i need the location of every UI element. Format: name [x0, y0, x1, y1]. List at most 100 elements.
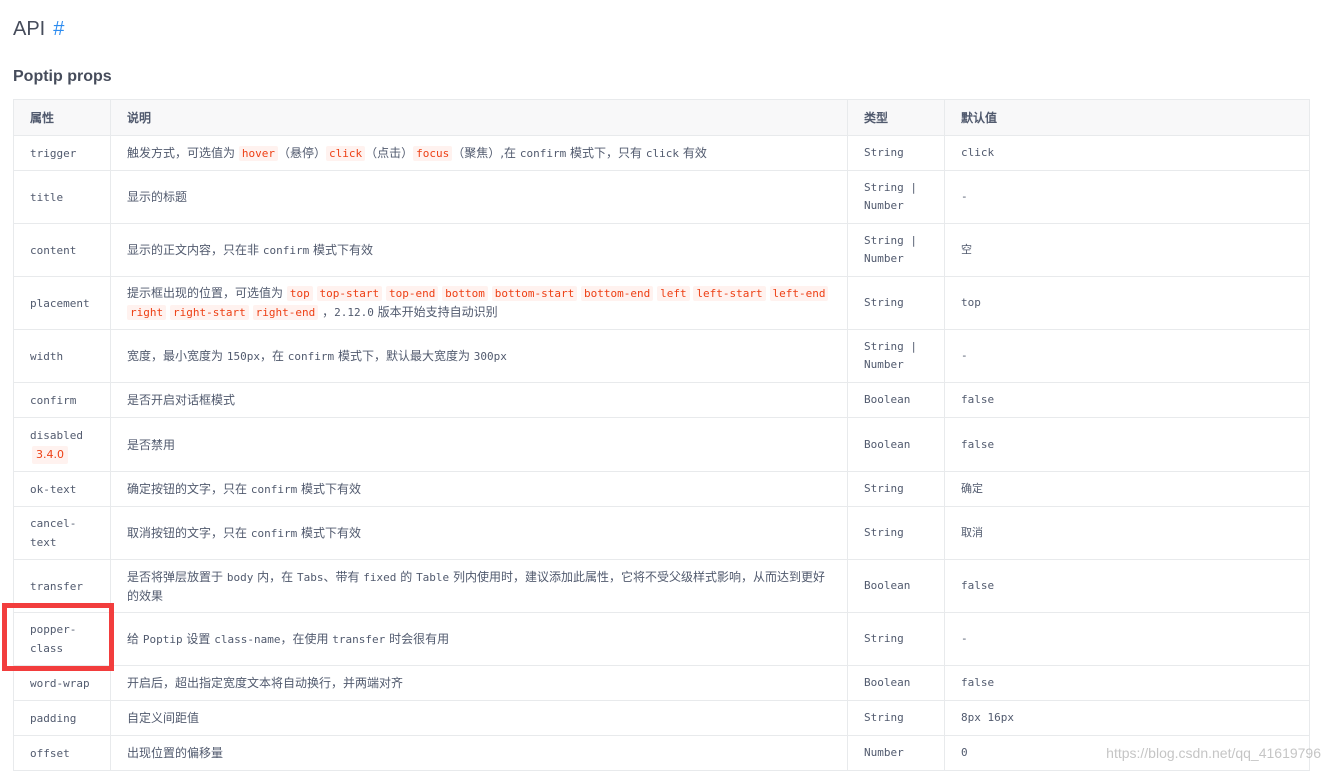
default-cell: - — [944, 329, 1310, 383]
default-cell: 空 — [944, 223, 1310, 277]
prop-cell: transfer — [13, 559, 111, 613]
desc-text: 触发方式，可选值为 — [127, 145, 239, 160]
inline-code: transfer — [332, 632, 386, 646]
default-cell: false — [944, 559, 1310, 613]
prop-name: confirm — [30, 393, 77, 407]
type-cell: String — [847, 135, 945, 171]
inline-code: 2.12.0 — [334, 306, 374, 319]
type-cell: String — [847, 612, 945, 666]
inline-code: confirm — [519, 146, 567, 160]
desc-cell: 自定义间距值 — [110, 700, 848, 736]
header-type: 类型 — [847, 99, 945, 136]
table-row: word-wrap 开启后，超出指定宽度文本将自动换行，并两端对齐 Boolean f… — [13, 665, 1310, 701]
code-value: right-end — [252, 305, 319, 320]
default-cell: - — [944, 170, 1310, 224]
header-prop: 属性 — [13, 99, 111, 136]
desc-text: ，在使用 — [280, 631, 333, 646]
prop-cell: width — [13, 329, 111, 383]
code-value: hover — [238, 145, 278, 161]
table-row: placement 提示框出现的位置，可选值为 top top-start top… — [13, 276, 1310, 330]
prop-cell: confirm — [13, 382, 111, 418]
section-title: Poptip props — [13, 68, 112, 85]
table-row: content 显示的正文内容，只在非 confirm 模式下有效 String |… — [13, 223, 1310, 277]
type-cell: String — [847, 471, 945, 507]
desc-text: ， — [318, 305, 335, 319]
table-row: title 显示的标题 String | Number - — [13, 170, 1310, 224]
type-cell: Boolean — [847, 382, 945, 418]
default-cell: 取消 — [944, 506, 1310, 560]
prop-name: disabled — [30, 428, 83, 442]
desc-text: 宽度，最小宽度为 — [127, 348, 227, 363]
table-row: transfer 是否将弹层放置于 body 内，在 Tabs、带有 fixed … — [13, 559, 1310, 613]
desc-text: 模式下有效 — [297, 481, 362, 496]
desc-text: 显示的标题 — [127, 190, 188, 204]
inline-code: Table — [416, 570, 450, 584]
prop-cell: offset — [13, 735, 111, 771]
anchor-link[interactable]: # — [53, 18, 64, 40]
type-cell: Number — [847, 735, 945, 771]
code-value: top-end — [385, 286, 439, 301]
desc-cell: 是否将弹层放置于 body 内，在 Tabs、带有 fixed 的 Table … — [110, 559, 848, 613]
table-body: trigger 触发方式，可选值为 hover （悬停） click （点击） focus… — [13, 135, 1310, 771]
prop-name: width — [30, 349, 64, 363]
inline-code: Poptip — [142, 632, 183, 646]
desc-cell: 取消按钮的文字，只在 confirm 模式下有效 — [110, 506, 848, 560]
desc-cell: 是否开启对话框模式 — [110, 382, 848, 418]
code-value: top — [286, 286, 313, 301]
desc-cell: 出现位置的偏移量 — [110, 735, 848, 771]
inline-code: body — [226, 570, 254, 584]
inline-code: 300px — [473, 349, 507, 363]
prop-cell: trigger — [13, 135, 111, 171]
desc-cell: 显示的正文内容，只在非 confirm 模式下有效 — [110, 223, 848, 277]
desc-text: 模式下，默认最大宽度为 — [334, 348, 474, 363]
desc-text: 是否将弹层放置于 — [127, 569, 227, 584]
prop-cell: word-wrap — [13, 665, 111, 701]
prop-cell: popper-class — [13, 612, 111, 666]
prop-name: placement — [30, 296, 90, 310]
type-cell: String | Number — [847, 170, 945, 224]
table-row: confirm 是否开启对话框模式 Boolean false — [13, 382, 1310, 418]
desc-cell: 确定按钮的文字，只在 confirm 模式下有效 — [110, 471, 848, 507]
desc-text: 自定义间距值 — [127, 711, 200, 725]
desc-cell: 触发方式，可选值为 hover （悬停） click （点击） focus （聚焦）,在 … — [110, 135, 848, 171]
table-row: cancel-text 取消按钮的文字，只在 confirm 模式下有效 Strin… — [13, 506, 1310, 560]
code-value: right — [127, 305, 167, 320]
desc-text: 出现位置的偏移量 — [127, 746, 224, 760]
desc-text: 取消按钮的文字，只在 — [127, 525, 251, 540]
type-cell: Boolean — [847, 559, 945, 613]
desc-cell: 提示框出现的位置，可选值为 top top-start top-end bott… — [110, 276, 848, 330]
desc-text: 的 — [396, 569, 417, 584]
table-row: width 宽度，最小宽度为 150px，在 confirm 模式下，默认最大宽度… — [13, 329, 1310, 383]
desc-text — [313, 286, 317, 300]
prop-cell: ok-text — [13, 471, 111, 507]
code-value: left — [657, 286, 690, 301]
prop-cell: padding — [13, 700, 111, 736]
desc-text: 给 — [127, 631, 143, 646]
type-cell: String | Number — [847, 223, 945, 277]
table-header-row: 属性 说明 类型 默认值 — [13, 99, 1310, 136]
desc-text — [766, 286, 770, 300]
desc-text: 提示框出现的位置，可选值为 — [127, 286, 287, 300]
prop-cell: disabled 3.4.0 — [13, 417, 111, 472]
props-table: 属性 说明 类型 默认值 trigger 触发方式，可选值为 hover （悬停） c… — [13, 99, 1310, 771]
prop-name: transfer — [30, 579, 83, 593]
default-cell: click — [944, 135, 1310, 171]
table-row: disabled 3.4.0 是否禁用 Boolean false — [13, 417, 1310, 472]
desc-text: 是否开启对话框模式 — [127, 393, 236, 407]
prop-name: popper-class — [30, 623, 77, 655]
default-cell: top — [944, 276, 1310, 330]
desc-cell: 开启后，超出指定宽度文本将自动换行，并两端对齐 — [110, 665, 848, 701]
desc-cell: 是否禁用 — [110, 417, 848, 472]
desc-text: （聚焦）,在 — [452, 145, 520, 160]
desc-text: 、带有 — [323, 569, 364, 584]
inline-code: confirm — [287, 349, 335, 363]
prop-name: content — [30, 243, 77, 257]
desc-cell: 宽度，最小宽度为 150px，在 confirm 模式下，默认最大宽度为 300… — [110, 329, 848, 383]
desc-text: 有效 — [679, 145, 707, 160]
prop-name: padding — [30, 711, 77, 725]
code-value: bottom-end — [581, 286, 654, 301]
desc-text: 版本开始支持自动识别 — [373, 305, 498, 319]
desc-text: （点击） — [365, 145, 414, 160]
desc-text: 模式下，只有 — [566, 145, 646, 160]
table-row: padding 自定义间距值 String 8px 16px — [13, 700, 1310, 736]
